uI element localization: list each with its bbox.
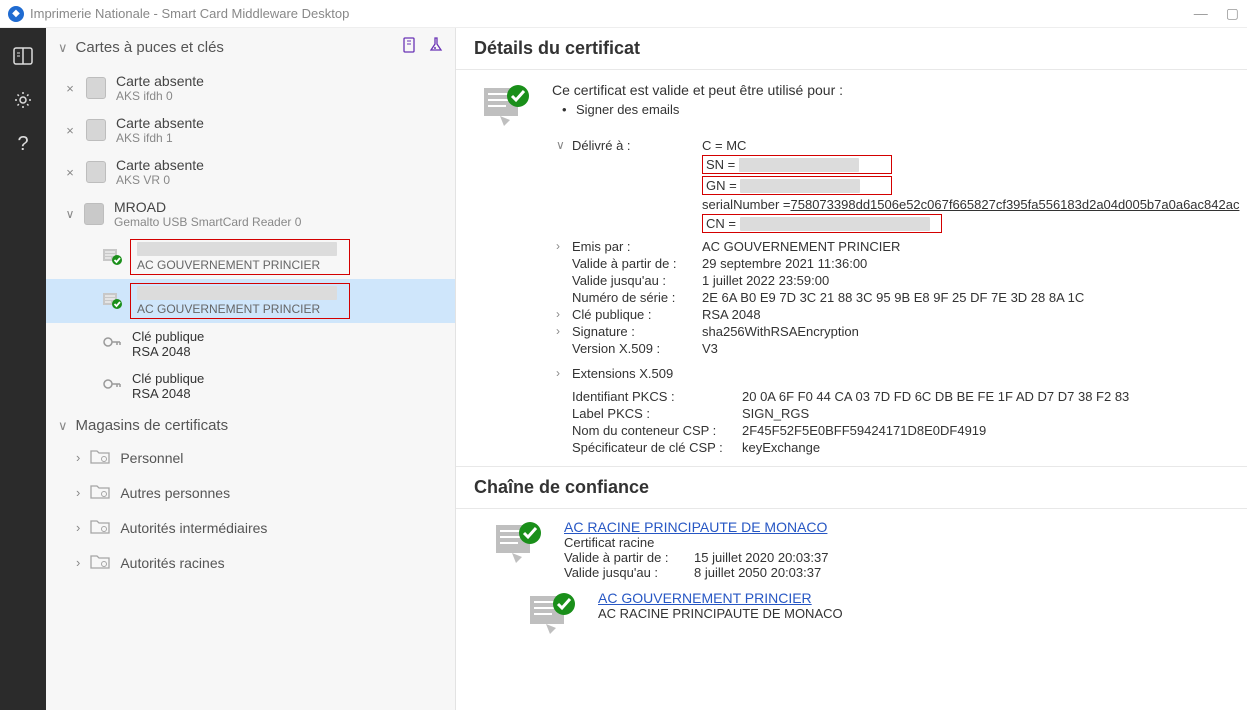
certificate-item[interactable]: AC GOUVERNEMENT PRINCIER xyxy=(46,279,455,323)
rail-settings-icon[interactable] xyxy=(11,88,35,112)
pubkey-value: RSA 2048 xyxy=(702,307,1229,322)
folder-cert-icon xyxy=(90,553,112,572)
chevron-right-icon: › xyxy=(76,520,80,535)
dismiss-slot-icon[interactable]: × xyxy=(64,165,76,180)
rail-cards-icon[interactable] xyxy=(11,44,35,68)
store-root[interactable]: › Autorités racines xyxy=(46,545,455,580)
version-value: V3 xyxy=(702,341,1229,356)
cert-issuer: AC GOUVERNEMENT PRINCIER xyxy=(137,258,343,272)
chevron-down-icon[interactable]: ∨ xyxy=(556,138,572,153)
valid-from-value: 29 septembre 2021 11:36:00 xyxy=(702,256,1229,271)
chevron-right-icon[interactable]: › xyxy=(556,324,572,339)
window-title: Imprimerie Nationale - Smart Card Middle… xyxy=(30,6,349,21)
dismiss-slot-icon[interactable]: × xyxy=(64,81,76,96)
chevron-right-icon[interactable]: › xyxy=(556,239,572,254)
folder-cert-icon xyxy=(90,448,112,467)
pkcs-label-value: SIGN_RGS xyxy=(742,406,809,421)
stores-header: Magasins de certificats xyxy=(76,417,229,434)
certificate-valid-icon xyxy=(102,247,124,267)
store-others[interactable]: › Autres personnes xyxy=(46,475,455,510)
certificate-valid-large-icon xyxy=(526,590,580,641)
card-slot-icon xyxy=(86,77,106,99)
issued-by-value: AC GOUVERNEMENT PRINCIER xyxy=(702,239,1229,254)
valid-to-value: 1 juillet 2022 23:59:00 xyxy=(702,273,1229,288)
signature-value: sha256WithRSAEncryption xyxy=(702,324,1229,339)
maximize-button[interactable]: ▢ xyxy=(1226,5,1239,22)
chevron-right-icon: › xyxy=(76,450,80,465)
rail-help-icon[interactable]: ? xyxy=(11,132,35,156)
cert-issuer: AC GOUVERNEMENT PRINCIER xyxy=(137,302,343,316)
chain-cert-link[interactable]: AC RACINE PRINCIPAUTE DE MONACO xyxy=(564,519,828,535)
chevron-right-icon: › xyxy=(76,555,80,570)
chevron-right-icon[interactable]: › xyxy=(556,307,572,322)
chain-cert-role: AC RACINE PRINCIPAUTE DE MONACO xyxy=(598,606,843,621)
redacted-name xyxy=(137,242,337,256)
reader-slot[interactable]: × Carte absente AKS VR 0 xyxy=(46,151,455,193)
redacted-gn xyxy=(740,179,860,193)
extensions-label: Extensions X.509 xyxy=(572,366,673,381)
redacted-cn xyxy=(740,217,930,231)
pkcs-id-value: 20 0A 6F F0 44 CA 03 7D FD 6C DB BE FE 1… xyxy=(742,389,1129,404)
diag-tool-icon[interactable] xyxy=(427,36,445,59)
dn-serial-value: 758073398dd1506e52c067f665827cf395fa5561… xyxy=(791,197,1240,212)
sidebar: ∨ Cartes à puces et clés × Carte absente xyxy=(46,28,456,710)
certificate-valid-large-icon xyxy=(492,519,546,570)
app-icon: ◆ xyxy=(8,6,24,22)
csp-keyspec-value: keyExchange xyxy=(742,440,820,455)
public-key-item[interactable]: Clé publique RSA 2048 xyxy=(46,323,455,365)
chevron-down-icon[interactable]: ∨ xyxy=(58,40,68,56)
chain-cert-role: Certificat racine xyxy=(564,535,828,550)
store-personal[interactable]: › Personnel xyxy=(46,440,455,475)
key-icon xyxy=(102,333,124,356)
details-title: Détails du certificat xyxy=(456,28,1247,70)
serial-value: 2E 6A B0 E9 7D 3C 21 88 3C 95 9B E8 9F 2… xyxy=(702,290,1229,305)
key-icon xyxy=(102,375,124,398)
dn-serial-label: serialNumber = xyxy=(702,197,791,212)
csp-container-value: 2F45F52F5E0BFF59424171D8E0DF4919 xyxy=(742,423,986,438)
cert-usage: Signer des emails xyxy=(552,102,843,117)
chain-title: Chaîne de confiance xyxy=(456,467,1247,509)
folder-cert-icon xyxy=(90,483,112,502)
store-intermediate[interactable]: › Autorités intermédiaires xyxy=(46,510,455,545)
minimize-button[interactable]: — xyxy=(1194,5,1208,22)
reader-slot[interactable]: × Carte absente AKS ifdh 0 xyxy=(46,67,455,109)
left-rail: ? xyxy=(0,28,46,710)
dn-sn-label: SN = xyxy=(706,157,735,172)
certificate-valid-icon xyxy=(102,291,124,311)
reader-tool-icon[interactable] xyxy=(401,36,419,59)
card-slot-icon xyxy=(86,161,106,183)
chevron-right-icon[interactable]: › xyxy=(556,366,572,381)
reader-slot-mroad[interactable]: ∨ MROAD Gemalto USB SmartCard Reader 0 xyxy=(46,193,455,235)
dismiss-slot-icon[interactable]: × xyxy=(64,123,76,138)
card-slot-icon xyxy=(86,119,106,141)
chevron-down-icon[interactable]: ∨ xyxy=(64,207,76,221)
certificate-item[interactable]: AC GOUVERNEMENT PRINCIER xyxy=(46,235,455,279)
chain-item: AC RACINE PRINCIPAUTE DE MONACO Certific… xyxy=(456,509,1247,580)
sidebar-header-title: Cartes à puces et clés xyxy=(76,39,224,56)
reader-slot[interactable]: × Carte absente AKS ifdh 1 xyxy=(46,109,455,151)
titlebar: ◆ Imprimerie Nationale - Smart Card Midd… xyxy=(0,0,1247,28)
public-key-item[interactable]: Clé publique RSA 2048 xyxy=(46,365,455,407)
chain-item: AC GOUVERNEMENT PRINCIER AC RACINE PRINC… xyxy=(456,580,1247,641)
dn-c: C = MC xyxy=(702,138,1229,153)
chevron-right-icon: › xyxy=(76,485,80,500)
folder-cert-icon xyxy=(90,518,112,537)
certificate-valid-large-icon xyxy=(480,82,534,133)
chevron-down-icon[interactable]: ∨ xyxy=(58,418,68,434)
dn-cn-label: CN = xyxy=(706,216,736,231)
redacted-sn xyxy=(739,158,859,172)
card-slot-icon xyxy=(84,203,104,225)
dn-gn-label: GN = xyxy=(706,178,737,193)
delivered-to-label: Délivré à : xyxy=(572,138,702,153)
content-area: Détails du certificat Ce certificat est … xyxy=(456,28,1247,710)
cert-valid-intro: Ce certificat est valide et peut être ut… xyxy=(552,82,843,98)
redacted-name xyxy=(137,286,337,300)
chain-cert-link[interactable]: AC GOUVERNEMENT PRINCIER xyxy=(598,590,843,606)
